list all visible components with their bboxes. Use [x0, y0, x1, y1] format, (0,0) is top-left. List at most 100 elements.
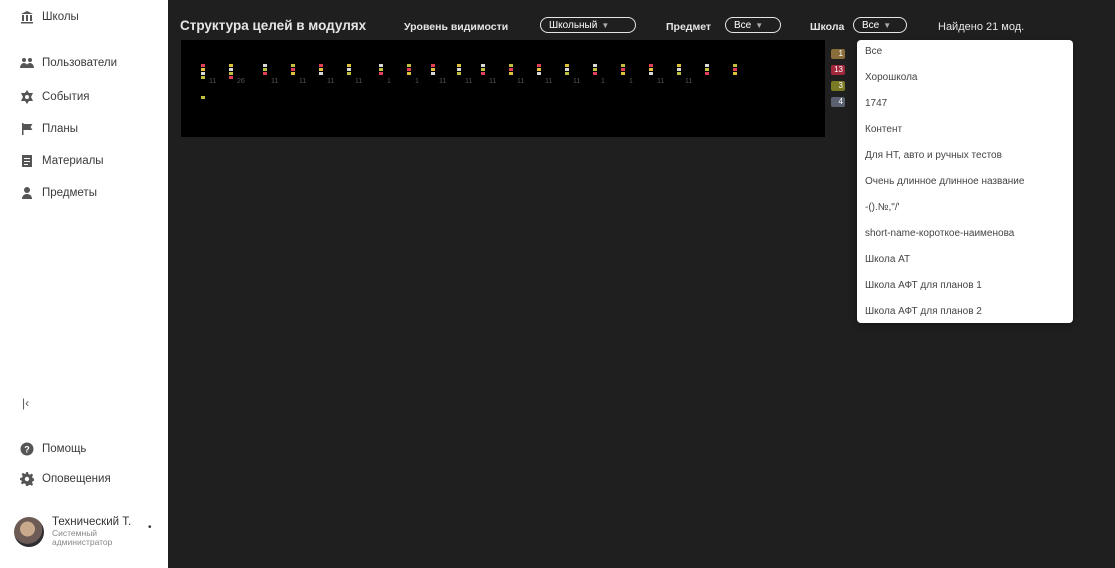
graph-node[interactable] [677, 68, 681, 71]
graph-node[interactable] [509, 72, 513, 75]
graph-node[interactable] [565, 72, 569, 75]
graph-node-label: 11 [209, 78, 217, 85]
graph-node[interactable] [407, 68, 411, 71]
graph-node[interactable] [705, 68, 709, 71]
sidebar-item-plans[interactable]: Планы [20, 118, 78, 140]
graph-node[interactable] [565, 64, 569, 67]
dropdown-option[interactable]: Школа АФТ для планов 1 [865, 280, 982, 291]
graph-node[interactable] [537, 68, 541, 71]
dropdown-option[interactable]: Хорошкола [865, 72, 918, 83]
graph-node[interactable] [201, 72, 205, 75]
user-menu-icon[interactable]: • [148, 522, 152, 533]
graph-node[interactable] [537, 64, 541, 67]
graph-node[interactable] [263, 64, 267, 67]
graph-node[interactable] [457, 72, 461, 75]
graph-node[interactable] [229, 68, 233, 71]
graph-node[interactable] [291, 72, 295, 75]
graph-node[interactable] [319, 72, 323, 75]
subject-select[interactable]: Все ▼ [725, 17, 781, 33]
graph-node-label: 1 [629, 78, 633, 85]
sidebar-item-materials[interactable]: Материалы [20, 150, 104, 172]
graph-node[interactable] [201, 76, 205, 79]
graph-node[interactable] [481, 68, 485, 71]
notifications-link[interactable]: Оповещения [20, 468, 111, 490]
graph-node[interactable] [291, 68, 295, 71]
graph-node[interactable] [229, 64, 233, 67]
graph-node[interactable] [677, 64, 681, 67]
graph-node[interactable] [677, 72, 681, 75]
graph-node[interactable] [621, 64, 625, 67]
graph-node[interactable] [593, 72, 597, 75]
graph-node[interactable] [733, 72, 737, 75]
graph-node[interactable] [565, 68, 569, 71]
graph-node[interactable] [705, 64, 709, 67]
dropdown-option[interactable]: Все [865, 46, 882, 57]
graph-node[interactable] [379, 72, 383, 75]
graph-node[interactable] [263, 68, 267, 71]
dropdown-option[interactable]: short-name-короткое-наименова [865, 228, 1014, 239]
graph-node[interactable] [649, 68, 653, 71]
graph-node-label: 11 [657, 78, 665, 85]
school-select[interactable]: Все ▼ [853, 17, 907, 33]
sidebar-item-users[interactable]: Пользователи [20, 52, 117, 74]
graph-node[interactable] [621, 72, 625, 75]
graph-node[interactable] [347, 72, 351, 75]
graph-node[interactable] [481, 64, 485, 67]
dropdown-option[interactable]: Для НТ, авто и ручных тестов [865, 150, 1002, 161]
graph-node[interactable] [407, 72, 411, 75]
graph-node[interactable] [649, 72, 653, 75]
graph-node[interactable] [229, 72, 233, 75]
graph-node[interactable] [379, 64, 383, 67]
graph-node[interactable] [431, 72, 435, 75]
graph-node[interactable] [291, 64, 295, 67]
graph-node[interactable] [733, 68, 737, 71]
graph-node[interactable] [201, 68, 205, 71]
sidebar-item-events[interactable]: События [20, 86, 89, 108]
graph-node[interactable] [593, 68, 597, 71]
help-link[interactable]: ? Помощь [20, 438, 86, 460]
graph-node[interactable] [431, 64, 435, 67]
graph-node[interactable] [201, 96, 205, 99]
legend-item: 3 [831, 81, 845, 91]
graph-node[interactable] [319, 68, 323, 71]
graph-node[interactable] [733, 64, 737, 67]
graph-node[interactable] [229, 76, 233, 79]
graph-node-label: 11 [489, 78, 497, 85]
sidebar-item-schools[interactable]: Школы [20, 6, 79, 28]
graph-node[interactable] [263, 72, 267, 75]
graph-node[interactable] [481, 72, 485, 75]
dropdown-option[interactable]: Контент [865, 124, 902, 135]
graph-node[interactable] [347, 68, 351, 71]
dropdown-option[interactable]: Школа АФТ для планов 2 [865, 306, 982, 317]
graph-node[interactable] [431, 68, 435, 71]
sidebar-item-label: Пользователи [42, 57, 118, 69]
sidebar-item-label: События [42, 91, 90, 103]
graph-node[interactable] [201, 64, 205, 67]
graph-node[interactable] [347, 64, 351, 67]
collapse-sidebar-button[interactable]: |‹ [22, 396, 29, 410]
graph-node[interactable] [457, 64, 461, 67]
graph-node[interactable] [621, 68, 625, 71]
dropdown-option[interactable]: 1747 [865, 98, 887, 109]
graph-node[interactable] [457, 68, 461, 71]
graph-node[interactable] [379, 68, 383, 71]
graph-node[interactable] [509, 68, 513, 71]
sidebar-item-subjects[interactable]: Предметы [20, 182, 97, 204]
visibility-select[interactable]: Школьный ▼ [540, 17, 636, 33]
graph-node[interactable] [705, 72, 709, 75]
graph-node[interactable] [319, 64, 323, 67]
graph-node[interactable] [509, 64, 513, 67]
graph-node-label: 11 [327, 78, 335, 85]
graph-node[interactable] [407, 64, 411, 67]
goals-graph-canvas[interactable]: 11 26 11 11 11 11 1 1 11 11 11 11 11 11 1 1 11 11 [181, 40, 825, 137]
help-icon: ? [20, 442, 34, 456]
dropdown-option[interactable]: -().№,"/' [865, 202, 900, 213]
sidebar-item-label: Планы [42, 123, 78, 135]
graph-node[interactable] [537, 72, 541, 75]
graph-node[interactable] [593, 64, 597, 67]
user-profile[interactable]: Технический Т. Системный администратор [14, 516, 131, 547]
graph-node[interactable] [649, 64, 653, 67]
dropdown-option[interactable]: Школа АТ [865, 254, 910, 265]
dropdown-option[interactable]: Очень длинное длинное название [865, 176, 1024, 187]
user-role: Системный администратор [52, 528, 113, 547]
